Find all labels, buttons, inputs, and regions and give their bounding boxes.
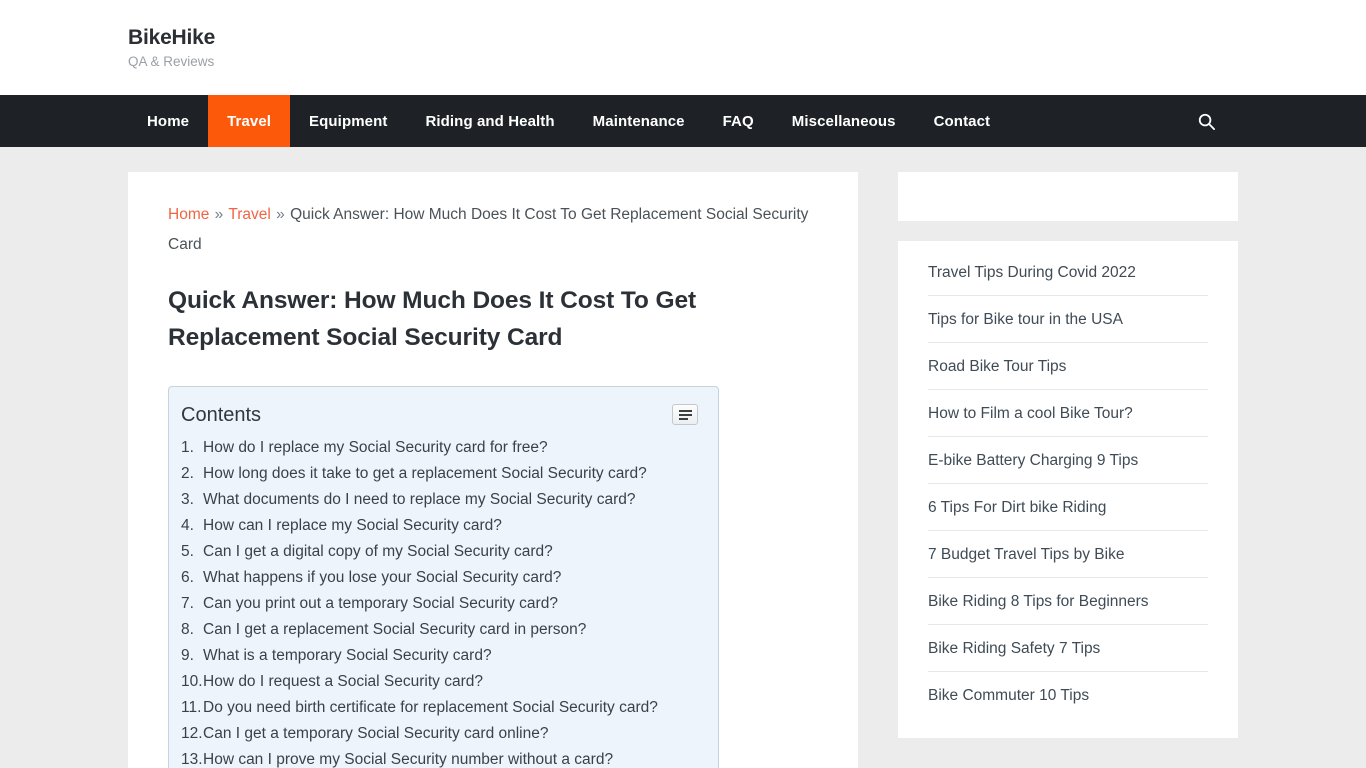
- list-item: Tips for Bike tour in the USA: [928, 295, 1208, 342]
- toc-item-label: How can I prove my Social Security numbe…: [203, 751, 614, 768]
- toc-item-label: What documents do I need to replace my S…: [203, 491, 636, 508]
- toc-item-number: 2.: [181, 465, 194, 482]
- nav-item-contact[interactable]: Contact: [915, 95, 1010, 147]
- toc-item-label: How do I replace my Social Security card…: [203, 439, 548, 456]
- breadcrumb-separator-2: »: [276, 206, 285, 223]
- toc-item-number: 6.: [181, 569, 194, 586]
- toc-item[interactable]: 5. Can I get a digital copy of my Social …: [181, 539, 698, 565]
- toc-item-number: 4.: [181, 517, 194, 534]
- list-item: 7 Budget Travel Tips by Bike: [928, 530, 1208, 577]
- nav-item-travel[interactable]: Travel: [208, 95, 291, 147]
- nav-list: Home Travel Equipment Riding and Health Main…: [128, 95, 1009, 147]
- breadcrumb-category-link[interactable]: Travel: [228, 206, 271, 223]
- toc-item-label: Can I get a replacement Social Security …: [203, 621, 587, 638]
- list-item: How to Film a cool Bike Tour?: [928, 389, 1208, 436]
- table-of-contents: Contents 1. How do I replace my Social Se…: [168, 386, 719, 768]
- toc-item[interactable]: 9. What is a temporary Social Security ca…: [181, 643, 698, 669]
- nav-item-riding-and-health[interactable]: Riding and Health: [406, 95, 573, 147]
- sidebar-widget-empty: [898, 172, 1238, 221]
- sidebar-widget-links: Travel Tips During Covid 2022 Tips for Bi…: [898, 241, 1238, 738]
- toc-item-number: 9.: [181, 647, 194, 664]
- toc-item-number: 12.: [181, 725, 203, 742]
- breadcrumb: Home » Travel » Quick Answer: How Much D…: [168, 200, 818, 260]
- toc-toggle-button[interactable]: [672, 404, 698, 425]
- list-item: Road Bike Tour Tips: [928, 342, 1208, 389]
- toc-item[interactable]: 10.How do I request a Social Security ca…: [181, 669, 698, 695]
- toc-item[interactable]: 11. Do you need birth certificate for rep…: [181, 695, 698, 721]
- main-navigation: Home Travel Equipment Riding and Health Main…: [0, 95, 1366, 147]
- sidebar-link[interactable]: Bike Commuter 10 Tips: [928, 672, 1208, 718]
- sidebar-link[interactable]: Travel Tips During Covid 2022: [928, 249, 1208, 295]
- breadcrumb-separator-1: »: [214, 206, 224, 223]
- sidebar-link[interactable]: E-bike Battery Charging 9 Tips: [928, 437, 1208, 483]
- nav-item-maintenance[interactable]: Maintenance: [574, 95, 704, 147]
- toc-item-label: How can I replace my Social Security car…: [203, 517, 502, 534]
- toc-item-label: How long does it take to get a replaceme…: [203, 465, 647, 482]
- list-item: Bike Commuter 10 Tips: [928, 671, 1208, 718]
- main-content: Home » Travel » Quick Answer: How Much D…: [128, 172, 858, 768]
- toc-item-label: What happens if you lose your Social Sec…: [203, 569, 562, 586]
- toc-item-number: 11.: [181, 699, 202, 716]
- toc-item[interactable]: 6. What happens if you lose your Social S…: [181, 565, 698, 591]
- sidebar-link[interactable]: Road Bike Tour Tips: [928, 343, 1208, 389]
- toc-item-number: 10.: [181, 673, 203, 690]
- toc-item-number: 5.: [181, 543, 194, 560]
- toc-item-label: How do I request a Social Security card?: [203, 673, 483, 690]
- list-item: 6 Tips For Dirt bike Riding: [928, 483, 1208, 530]
- toc-item[interactable]: 12.Can I get a temporary Social Security…: [181, 721, 698, 747]
- toc-item[interactable]: 7. Can you print out a temporary Social S…: [181, 591, 698, 617]
- toc-item-number: 1.: [181, 439, 194, 456]
- list-item: E-bike Battery Charging 9 Tips: [928, 436, 1208, 483]
- toc-item[interactable]: 1. How do I replace my Social Security ca…: [181, 435, 698, 461]
- site-tagline: QA & Reviews: [128, 54, 215, 69]
- toc-item-label: What is a temporary Social Security card…: [203, 647, 492, 664]
- toc-title: Contents: [181, 404, 262, 426]
- toc-item-label: Can you print out a temporary Social Sec…: [203, 595, 558, 612]
- toc-item-number: 8.: [181, 621, 194, 638]
- list-item: Bike Riding Safety 7 Tips: [928, 624, 1208, 671]
- sidebar-link[interactable]: 7 Budget Travel Tips by Bike: [928, 531, 1208, 577]
- nav-item-faq[interactable]: FAQ: [704, 95, 773, 147]
- toc-item[interactable]: 2. How long does it take to get a replace…: [181, 461, 698, 487]
- sidebar-link[interactable]: Bike Riding Safety 7 Tips: [928, 625, 1208, 671]
- list-item: Travel Tips During Covid 2022: [928, 249, 1208, 295]
- list-toggle-icon: [678, 408, 692, 422]
- toc-item-label: Can I get a digital copy of my Social Se…: [203, 543, 553, 560]
- sidebar-link-list: Travel Tips During Covid 2022 Tips for Bi…: [928, 249, 1208, 718]
- toc-list: 1. How do I replace my Social Security ca…: [181, 435, 698, 768]
- search-toggle-button[interactable]: [1197, 95, 1238, 147]
- toc-item-label: Can I get a temporary Social Security ca…: [203, 725, 549, 742]
- toc-item[interactable]: 4. How can I replace my Social Security c…: [181, 513, 698, 539]
- site-header: BikeHike QA & Reviews: [0, 0, 1366, 95]
- nav-item-home[interactable]: Home: [128, 95, 208, 147]
- site-title[interactable]: BikeHike: [128, 25, 1238, 50]
- page-body: Home » Travel » Quick Answer: How Much D…: [0, 147, 1366, 768]
- search-icon: [1197, 112, 1216, 131]
- toc-item-number: 7.: [181, 595, 194, 612]
- toc-item[interactable]: 3. What documents do I need to replace my…: [181, 487, 698, 513]
- toc-item-label: Do you need birth certificate for replac…: [203, 699, 658, 716]
- sidebar-link[interactable]: Tips for Bike tour in the USA: [928, 296, 1208, 342]
- nav-item-equipment[interactable]: Equipment: [290, 95, 406, 147]
- sidebar: Travel Tips During Covid 2022 Tips for Bi…: [898, 172, 1238, 738]
- sidebar-link[interactable]: Bike Riding 8 Tips for Beginners: [928, 578, 1208, 624]
- toc-item-number: 13.: [181, 751, 203, 768]
- sidebar-link[interactable]: How to Film a cool Bike Tour?: [928, 390, 1208, 436]
- toc-item-number: 3.: [181, 491, 194, 508]
- toc-item[interactable]: 13.How can I prove my Social Security nu…: [181, 747, 698, 768]
- breadcrumb-home-link[interactable]: Home: [168, 206, 209, 223]
- page-title: Quick Answer: How Much Does It Cost To G…: [168, 287, 697, 351]
- sidebar-link[interactable]: 6 Tips For Dirt bike Riding: [928, 484, 1208, 530]
- list-item: Bike Riding 8 Tips for Beginners: [928, 577, 1208, 624]
- toc-header: Contents: [181, 401, 698, 429]
- toc-item[interactable]: 8. Can I get a replacement Social Securit…: [181, 617, 698, 643]
- nav-item-miscellaneous[interactable]: Miscellaneous: [773, 95, 915, 147]
